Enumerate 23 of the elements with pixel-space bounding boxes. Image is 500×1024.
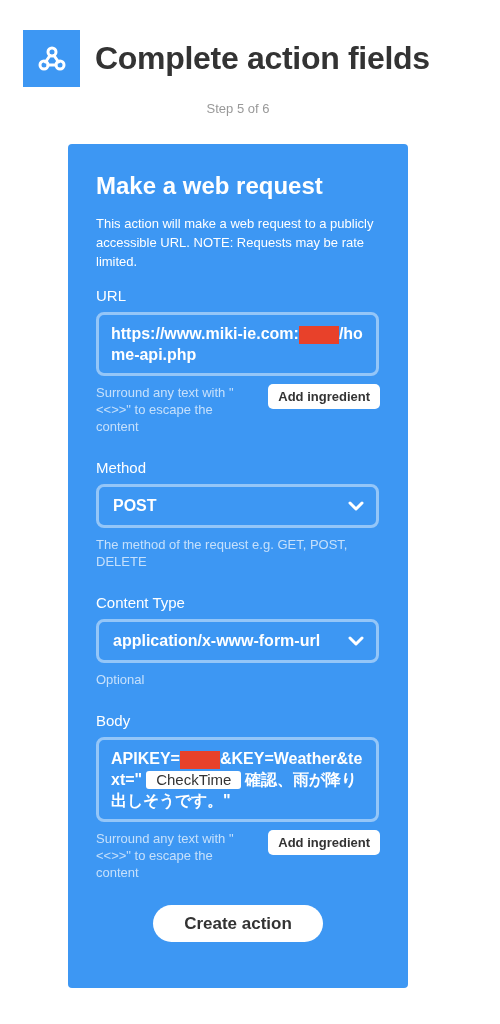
- field-hint: Surround any text with "<<>>" to escape the content: [96, 384, 235, 435]
- ingredient-tag[interactable]: CheckTime: [146, 771, 242, 789]
- add-ingredient-button[interactable]: Add ingredient: [268, 384, 380, 409]
- page-title: Complete action fields: [95, 40, 430, 77]
- redaction-mark: [179, 750, 220, 769]
- field-hint: Surround any text with "<<>>" to escape the content: [96, 830, 235, 881]
- create-action-button[interactable]: Create action: [153, 905, 323, 942]
- card-description: This action will make a web request to a publicly accessible URL. NOTE: Requests may be rate limited.: [96, 215, 375, 271]
- field-hint: The method of the request e.g. GET, POST, DELETE: [96, 536, 349, 570]
- field-label: Method: [96, 459, 148, 476]
- add-ingredient-button[interactable]: Add ingredient: [268, 830, 380, 855]
- text-field[interactable]: APIKEY= &KEY=Weather&text=" CheckTime 確認、雨が降り出しそうです。": [96, 737, 379, 822]
- chevron-down-icon: [348, 501, 364, 511]
- chevron-down-icon: [348, 636, 364, 646]
- field-label: URL: [96, 287, 127, 304]
- field-hint: Optional: [96, 671, 145, 688]
- redaction-mark: [298, 325, 339, 344]
- dropdown-value: POST: [113, 497, 157, 515]
- field-label: Body: [96, 712, 132, 729]
- step-indicator: Step 5 of 6: [205, 101, 271, 116]
- card-title: Make a web request: [96, 172, 324, 200]
- field-label: Content Type: [96, 594, 186, 611]
- dropdown-value: application/x-www-form-url: [113, 632, 321, 650]
